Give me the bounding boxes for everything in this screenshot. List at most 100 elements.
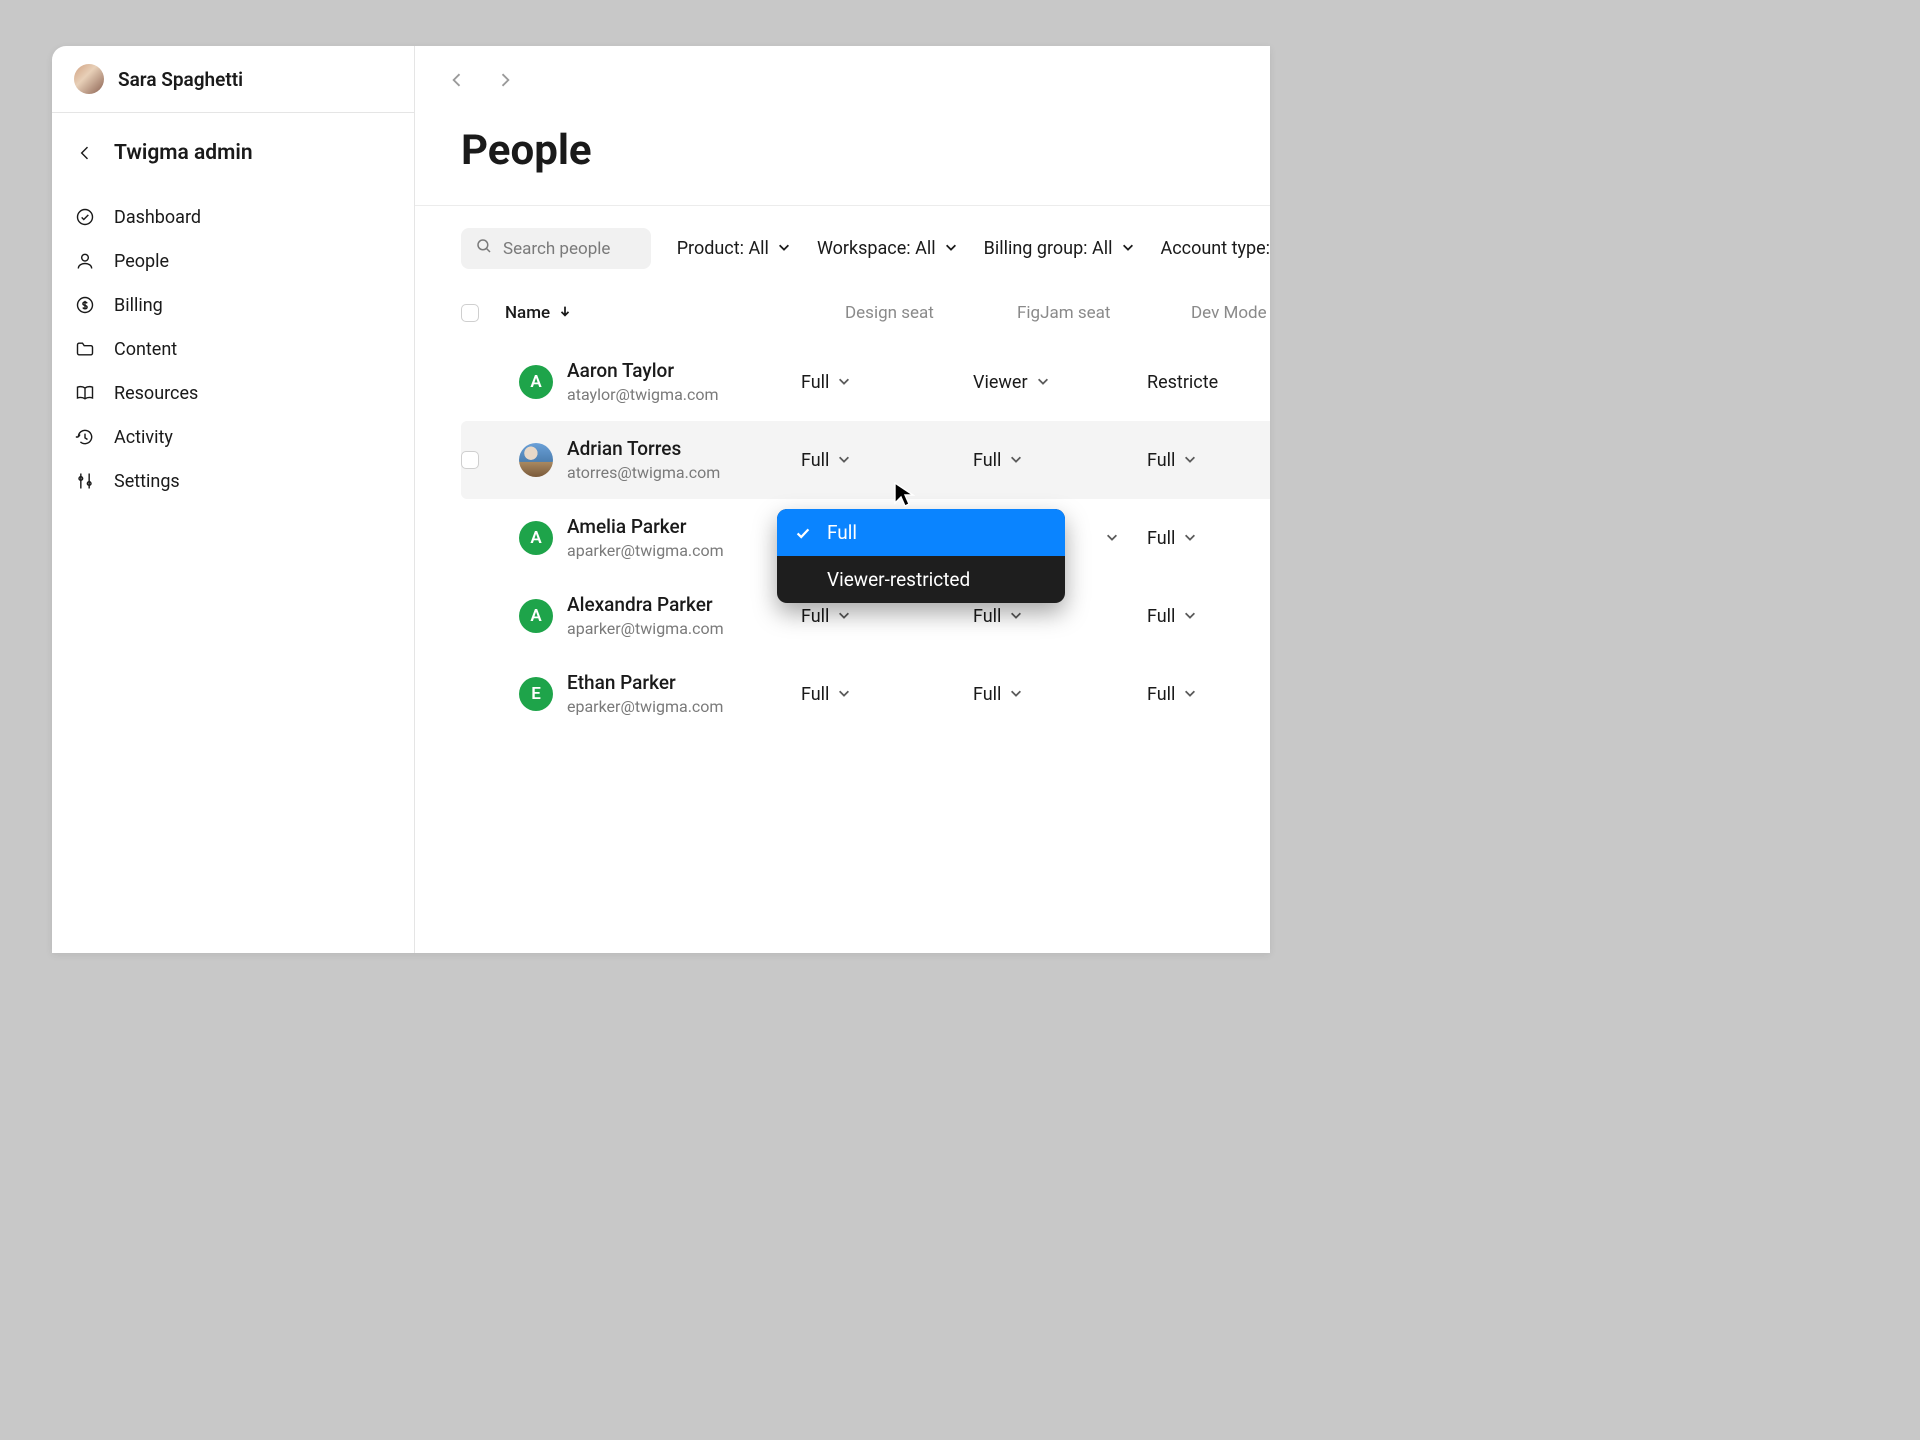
- chevron-down-icon: [777, 238, 791, 259]
- figjam-seat-select[interactable]: Full: [973, 684, 1147, 705]
- figjam-seat-select[interactable]: Full: [973, 450, 1147, 471]
- user-avatar: [519, 443, 553, 477]
- seat-value: Full: [1147, 450, 1175, 471]
- admin-title: Twigma admin: [114, 141, 253, 165]
- menu-option-label: Full: [827, 521, 857, 544]
- seat-value: Full: [1147, 606, 1175, 627]
- profile-switcher[interactable]: Sara Spaghetti: [52, 46, 414, 113]
- sidebar-item-label: Billing: [114, 295, 163, 316]
- nav-forward-button[interactable]: [493, 68, 517, 92]
- table-row: Adrian Torres atorres@twigma.com Full Fu…: [461, 421, 1270, 499]
- main: People Search people Product: All Worksp…: [415, 46, 1270, 953]
- user-email: aparker@twigma.com: [567, 618, 724, 640]
- select-all-checkbox[interactable]: [461, 304, 479, 322]
- filter-product[interactable]: Product: All: [677, 238, 791, 259]
- sidebar-nav: Twigma admin Dashboard People Billing: [52, 113, 414, 503]
- chevron-down-icon: [837, 684, 851, 705]
- user-email: aparker@twigma.com: [567, 540, 724, 562]
- column-name[interactable]: Name: [505, 303, 845, 323]
- design-seat-select[interactable]: Full: [801, 450, 973, 471]
- filter-account-type[interactable]: Account type:: [1161, 238, 1271, 259]
- sidebar-item-settings[interactable]: Settings: [66, 459, 400, 503]
- row-checkbox[interactable]: [461, 451, 479, 469]
- sidebar-item-content[interactable]: Content: [66, 327, 400, 371]
- menu-option-full[interactable]: Full: [777, 509, 1065, 556]
- seat-value: Full: [1147, 684, 1175, 705]
- column-figjam[interactable]: FigJam seat: [1017, 303, 1191, 323]
- user-name: Aaron Taylor: [567, 358, 719, 384]
- user-name: Adrian Torres: [567, 436, 720, 462]
- chevron-down-icon: [1036, 372, 1050, 393]
- back-row[interactable]: Twigma admin: [66, 135, 400, 171]
- devmode-seat-select[interactable]: Full: [1147, 450, 1270, 471]
- sliders-icon: [74, 470, 96, 492]
- seat-value: Full: [801, 684, 829, 705]
- check-icon: [793, 523, 813, 543]
- column-devmode[interactable]: Dev Mode: [1191, 303, 1270, 323]
- sidebar-item-billing[interactable]: Billing: [66, 283, 400, 327]
- filter-billing-group[interactable]: Billing group: All: [984, 238, 1135, 259]
- menu-option-label: Viewer-restricted: [827, 568, 970, 591]
- sidebar-item-label: People: [114, 251, 169, 272]
- seat-value: Restricte: [1147, 372, 1218, 393]
- column-design[interactable]: Design seat: [845, 303, 1017, 323]
- chevron-left-icon: [74, 142, 96, 164]
- table-row: A Aaron Taylor ataylor@twigma.com Full V…: [461, 343, 1270, 421]
- user-email: ataylor@twigma.com: [567, 384, 719, 406]
- chevron-down-icon: [1121, 238, 1135, 259]
- user-name: Ethan Parker: [567, 670, 723, 696]
- menu-option-viewer-restricted[interactable]: Viewer-restricted: [777, 556, 1065, 603]
- chevron-down-icon: [1183, 450, 1197, 471]
- user-email: atorres@twigma.com: [567, 462, 720, 484]
- chevron-down-icon: [1009, 450, 1023, 471]
- devmode-seat-select[interactable]: Full: [1147, 606, 1270, 627]
- chevron-down-icon: [1183, 528, 1197, 549]
- sidebar-item-label: Content: [114, 339, 177, 360]
- design-seat-select[interactable]: Full: [801, 684, 973, 705]
- sidebar-item-label: Dashboard: [114, 207, 201, 228]
- seat-value: Full: [973, 684, 1001, 705]
- design-seat-select[interactable]: Full: [801, 606, 973, 627]
- check-circle-icon: [74, 206, 96, 228]
- seat-value: Full: [801, 450, 829, 471]
- search-input[interactable]: Search people: [461, 228, 651, 269]
- chevron-down-icon: [1009, 606, 1023, 627]
- dollar-circle-icon: [74, 294, 96, 316]
- search-placeholder: Search people: [503, 239, 610, 259]
- chevron-down-icon: [1183, 606, 1197, 627]
- devmode-seat-select[interactable]: Full: [1147, 528, 1270, 549]
- user-name: Amelia Parker: [567, 514, 724, 540]
- chevron-down-icon: [944, 238, 958, 259]
- user-avatar: E: [519, 677, 553, 711]
- user-avatar: A: [519, 365, 553, 399]
- chevron-down-icon: [837, 450, 851, 471]
- history-icon: [74, 426, 96, 448]
- filter-label: Workspace: All: [817, 238, 936, 259]
- figjam-seat-select[interactable]: Viewer: [973, 372, 1147, 393]
- user-name: Alexandra Parker: [567, 592, 724, 618]
- app-shell: Sara Spaghetti Twigma admin Dashboard: [52, 46, 1270, 953]
- nav-back-button[interactable]: [445, 68, 469, 92]
- sidebar-item-dashboard[interactable]: Dashboard: [66, 195, 400, 239]
- user-avatar: A: [519, 599, 553, 633]
- chevron-down-icon: [837, 372, 851, 393]
- sidebar-item-activity[interactable]: Activity: [66, 415, 400, 459]
- user-email: eparker@twigma.com: [567, 696, 723, 718]
- column-label: Name: [505, 303, 550, 323]
- devmode-seat-select[interactable]: Full: [1147, 684, 1270, 705]
- filters-row: Search people Product: All Workspace: Al…: [415, 206, 1270, 291]
- sidebar-item-resources[interactable]: Resources: [66, 371, 400, 415]
- filter-label: Account type:: [1161, 238, 1271, 259]
- filter-workspace[interactable]: Workspace: All: [817, 238, 958, 259]
- filter-label: Billing group: All: [984, 238, 1113, 259]
- book-icon: [74, 382, 96, 404]
- sidebar-item-people[interactable]: People: [66, 239, 400, 283]
- table-row: E Ethan Parker eparker@twigma.com Full F…: [461, 655, 1270, 733]
- arrow-down-icon: [558, 303, 572, 323]
- design-seat-select[interactable]: Full: [801, 372, 973, 393]
- chevron-down-icon: [837, 606, 851, 627]
- seat-value: Full: [801, 606, 829, 627]
- figjam-seat-select[interactable]: Full: [973, 606, 1147, 627]
- person-icon: [74, 250, 96, 272]
- chevron-down-icon: [1009, 684, 1023, 705]
